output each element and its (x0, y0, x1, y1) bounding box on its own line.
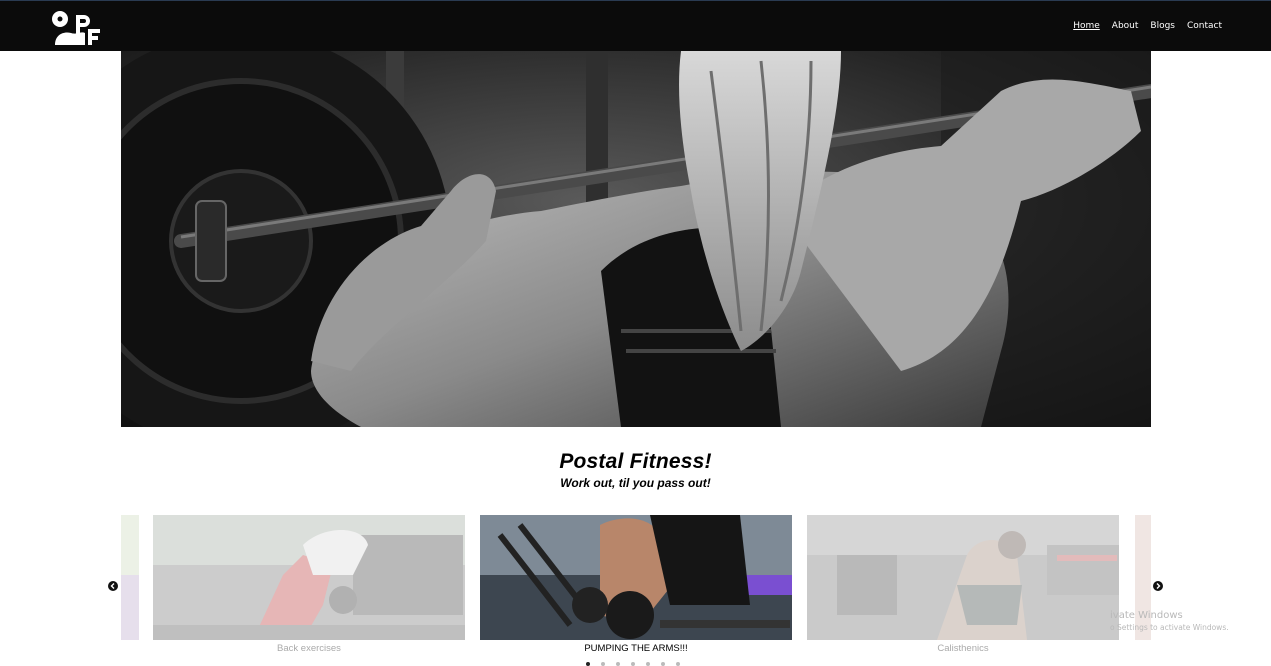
hero-image (121, 51, 1151, 427)
card-label: PUMPING THE ARMS!!! (584, 643, 688, 654)
carousel-card-back-exercises[interactable]: Back exercises (153, 515, 465, 654)
watermark-line-1: ivate Windows (1110, 610, 1183, 621)
carousel-prev-button[interactable] (108, 581, 118, 591)
carousel-dot-5[interactable] (646, 662, 650, 666)
nav-links: Home About Blogs Contact (1073, 21, 1222, 31)
nav-home-link[interactable]: Home (1073, 21, 1100, 31)
nav-contact-link[interactable]: Contact (1187, 21, 1222, 31)
carousel-dot-7[interactable] (676, 662, 680, 666)
site-tagline: Work out, til you pass out! (560, 476, 711, 490)
card-image (153, 515, 465, 640)
card-label: Back exercises (277, 643, 341, 654)
carousel-card-pumping-the-arms[interactable]: PUMPING THE ARMS!!! (480, 515, 792, 654)
carousel-next-button[interactable] (1153, 581, 1163, 591)
headline: Postal Fitness! Work out, til you pass o… (0, 450, 1271, 490)
carousel-dot-3[interactable] (616, 662, 620, 666)
card-label: Calisthenics (937, 643, 989, 654)
carousel-dot-1[interactable] (586, 662, 590, 666)
chevron-left-icon (110, 583, 115, 589)
carousel-dot-2[interactable] (601, 662, 605, 666)
site-title: Postal Fitness! (559, 450, 712, 473)
watermark-line-2: o Settings to activate Windows. (1110, 623, 1229, 632)
nav-blogs-link[interactable]: Blogs (1150, 21, 1175, 31)
carousel-dot-4[interactable] (631, 662, 635, 666)
blog-carousel: Back exercises PUMPING THE ARMS!!! Calis… (0, 515, 1271, 666)
carousel-card-calisthenics[interactable]: Calisthenics (807, 515, 1119, 654)
carousel-pagination (586, 662, 680, 666)
navbar: Home About Blogs Contact (0, 0, 1271, 51)
carousel-edge-left (121, 515, 139, 640)
carousel-dot-6[interactable] (661, 662, 665, 666)
card-image (480, 515, 792, 640)
site-logo[interactable] (51, 9, 101, 47)
chevron-right-icon (1156, 583, 1161, 589)
windows-activation-watermark: ivate Windows o Settings to activate Win… (1110, 610, 1229, 632)
nav-about-link[interactable]: About (1112, 21, 1139, 31)
card-image (807, 515, 1119, 640)
